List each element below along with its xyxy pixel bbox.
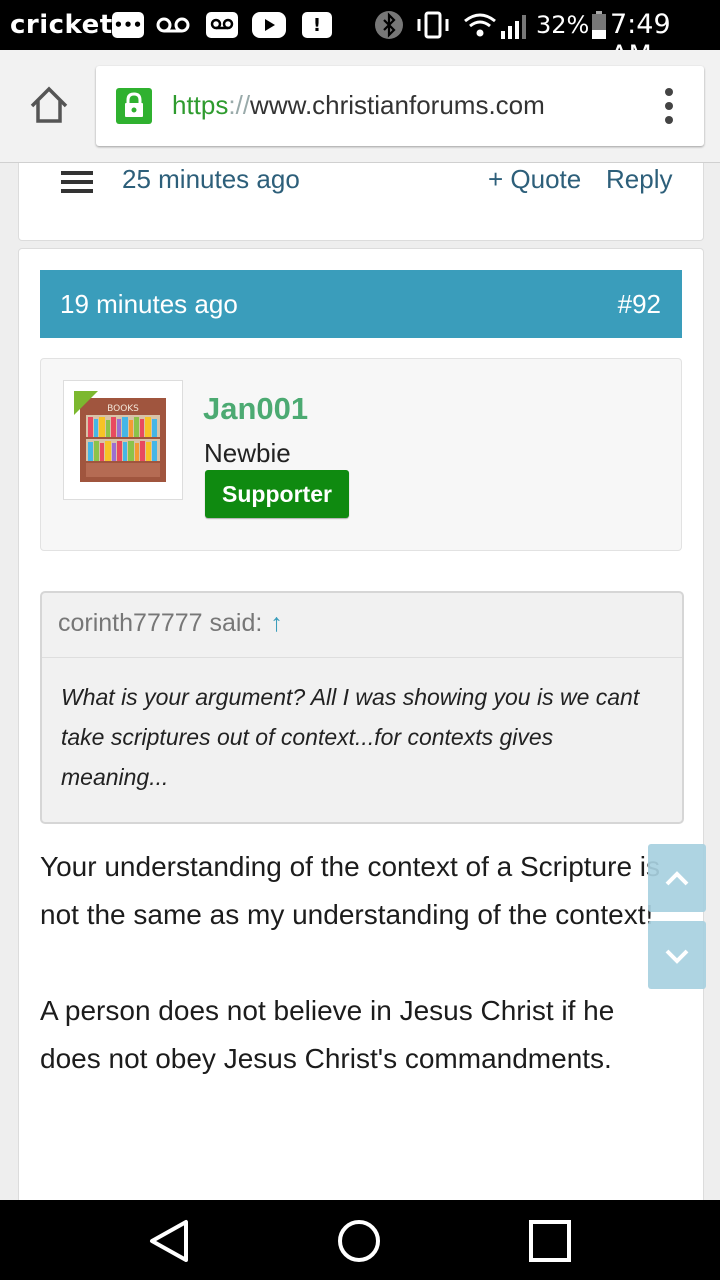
url-scheme: https: [172, 90, 229, 120]
scroll-to-bottom-button[interactable]: [648, 921, 706, 989]
post-time[interactable]: 19 minutes ago: [60, 289, 238, 320]
avatar-label: BOOKS: [107, 404, 139, 414]
status-bar: cricket ••• ! 32% 7:49 AM: [0, 0, 720, 71]
user-info: BOOKS Jan001 Newbie Supporter: [40, 358, 682, 551]
previous-post-card: 25 minutes ago + Quote Reply: [18, 163, 704, 241]
carrier-name: cricket: [10, 10, 113, 40]
vibrate-icon: [414, 11, 452, 39]
quote-block: corinth77777 said: ↑ What is your argumen…: [40, 591, 684, 824]
browser-toolbar: https://www.christianforums.com: [0, 50, 720, 163]
youtube-icon: [252, 12, 286, 38]
signal-icon: [498, 12, 532, 39]
supporter-badge: Supporter: [205, 470, 349, 518]
message-paragraph: A person does not believe in Jesus Chris…: [40, 995, 615, 1074]
previous-post-time[interactable]: 25 minutes ago: [122, 164, 300, 195]
post-card: 19 minutes ago #92 BOOKS Jan001 Newbie S…: [18, 248, 704, 1200]
quote-header: corinth77777 said: ↑: [42, 593, 682, 658]
message-paragraph: Your understanding of the context of a S…: [40, 851, 661, 930]
url-separator: ://: [228, 90, 251, 120]
alert-icon: !: [302, 12, 332, 38]
quote-link[interactable]: + Quote: [488, 164, 581, 195]
reply-link[interactable]: Reply: [606, 164, 672, 195]
post-message: Your understanding of the context of a S…: [40, 843, 670, 1131]
recent-apps-icon[interactable]: [527, 1218, 573, 1264]
home-icon[interactable]: [28, 84, 70, 126]
more-icon: •••: [112, 12, 144, 38]
avatar[interactable]: BOOKS: [63, 380, 183, 500]
back-icon[interactable]: [146, 1218, 192, 1264]
quote-author-name: corinth77777 said:: [58, 609, 263, 637]
url-host: www.christianforums.com: [250, 90, 545, 120]
address-bar[interactable]: https://www.christianforums.com: [96, 66, 704, 146]
battery-percent: 32%: [536, 11, 590, 39]
bluetooth-icon: [374, 11, 404, 39]
jump-to-quote-icon[interactable]: ↑: [270, 609, 283, 638]
scroll-to-top-button[interactable]: [648, 844, 706, 912]
overflow-menu-icon[interactable]: [664, 88, 674, 126]
user-title: Newbie: [204, 438, 291, 468]
hamburger-menu-icon[interactable]: [61, 171, 93, 193]
post-number[interactable]: #92: [618, 289, 661, 320]
wifi-icon: [462, 12, 498, 38]
system-navigation-bar: [0, 1200, 720, 1280]
username[interactable]: Jan001: [203, 391, 308, 427]
voicemail-icon: [154, 12, 192, 38]
voicemail-box-icon: [206, 12, 238, 38]
home-nav-icon[interactable]: [336, 1218, 382, 1264]
lock-icon: [116, 88, 152, 124]
url-text: https://www.christianforums.com: [172, 90, 545, 121]
battery-icon: [590, 11, 608, 39]
quote-text: What is your argument? All I was showing…: [61, 684, 640, 790]
page-content: 25 minutes ago + Quote Reply 19 minutes …: [0, 163, 720, 1200]
post-header: 19 minutes ago #92: [40, 270, 682, 338]
quote-author: corinth77777 said: ↑: [58, 609, 283, 638]
